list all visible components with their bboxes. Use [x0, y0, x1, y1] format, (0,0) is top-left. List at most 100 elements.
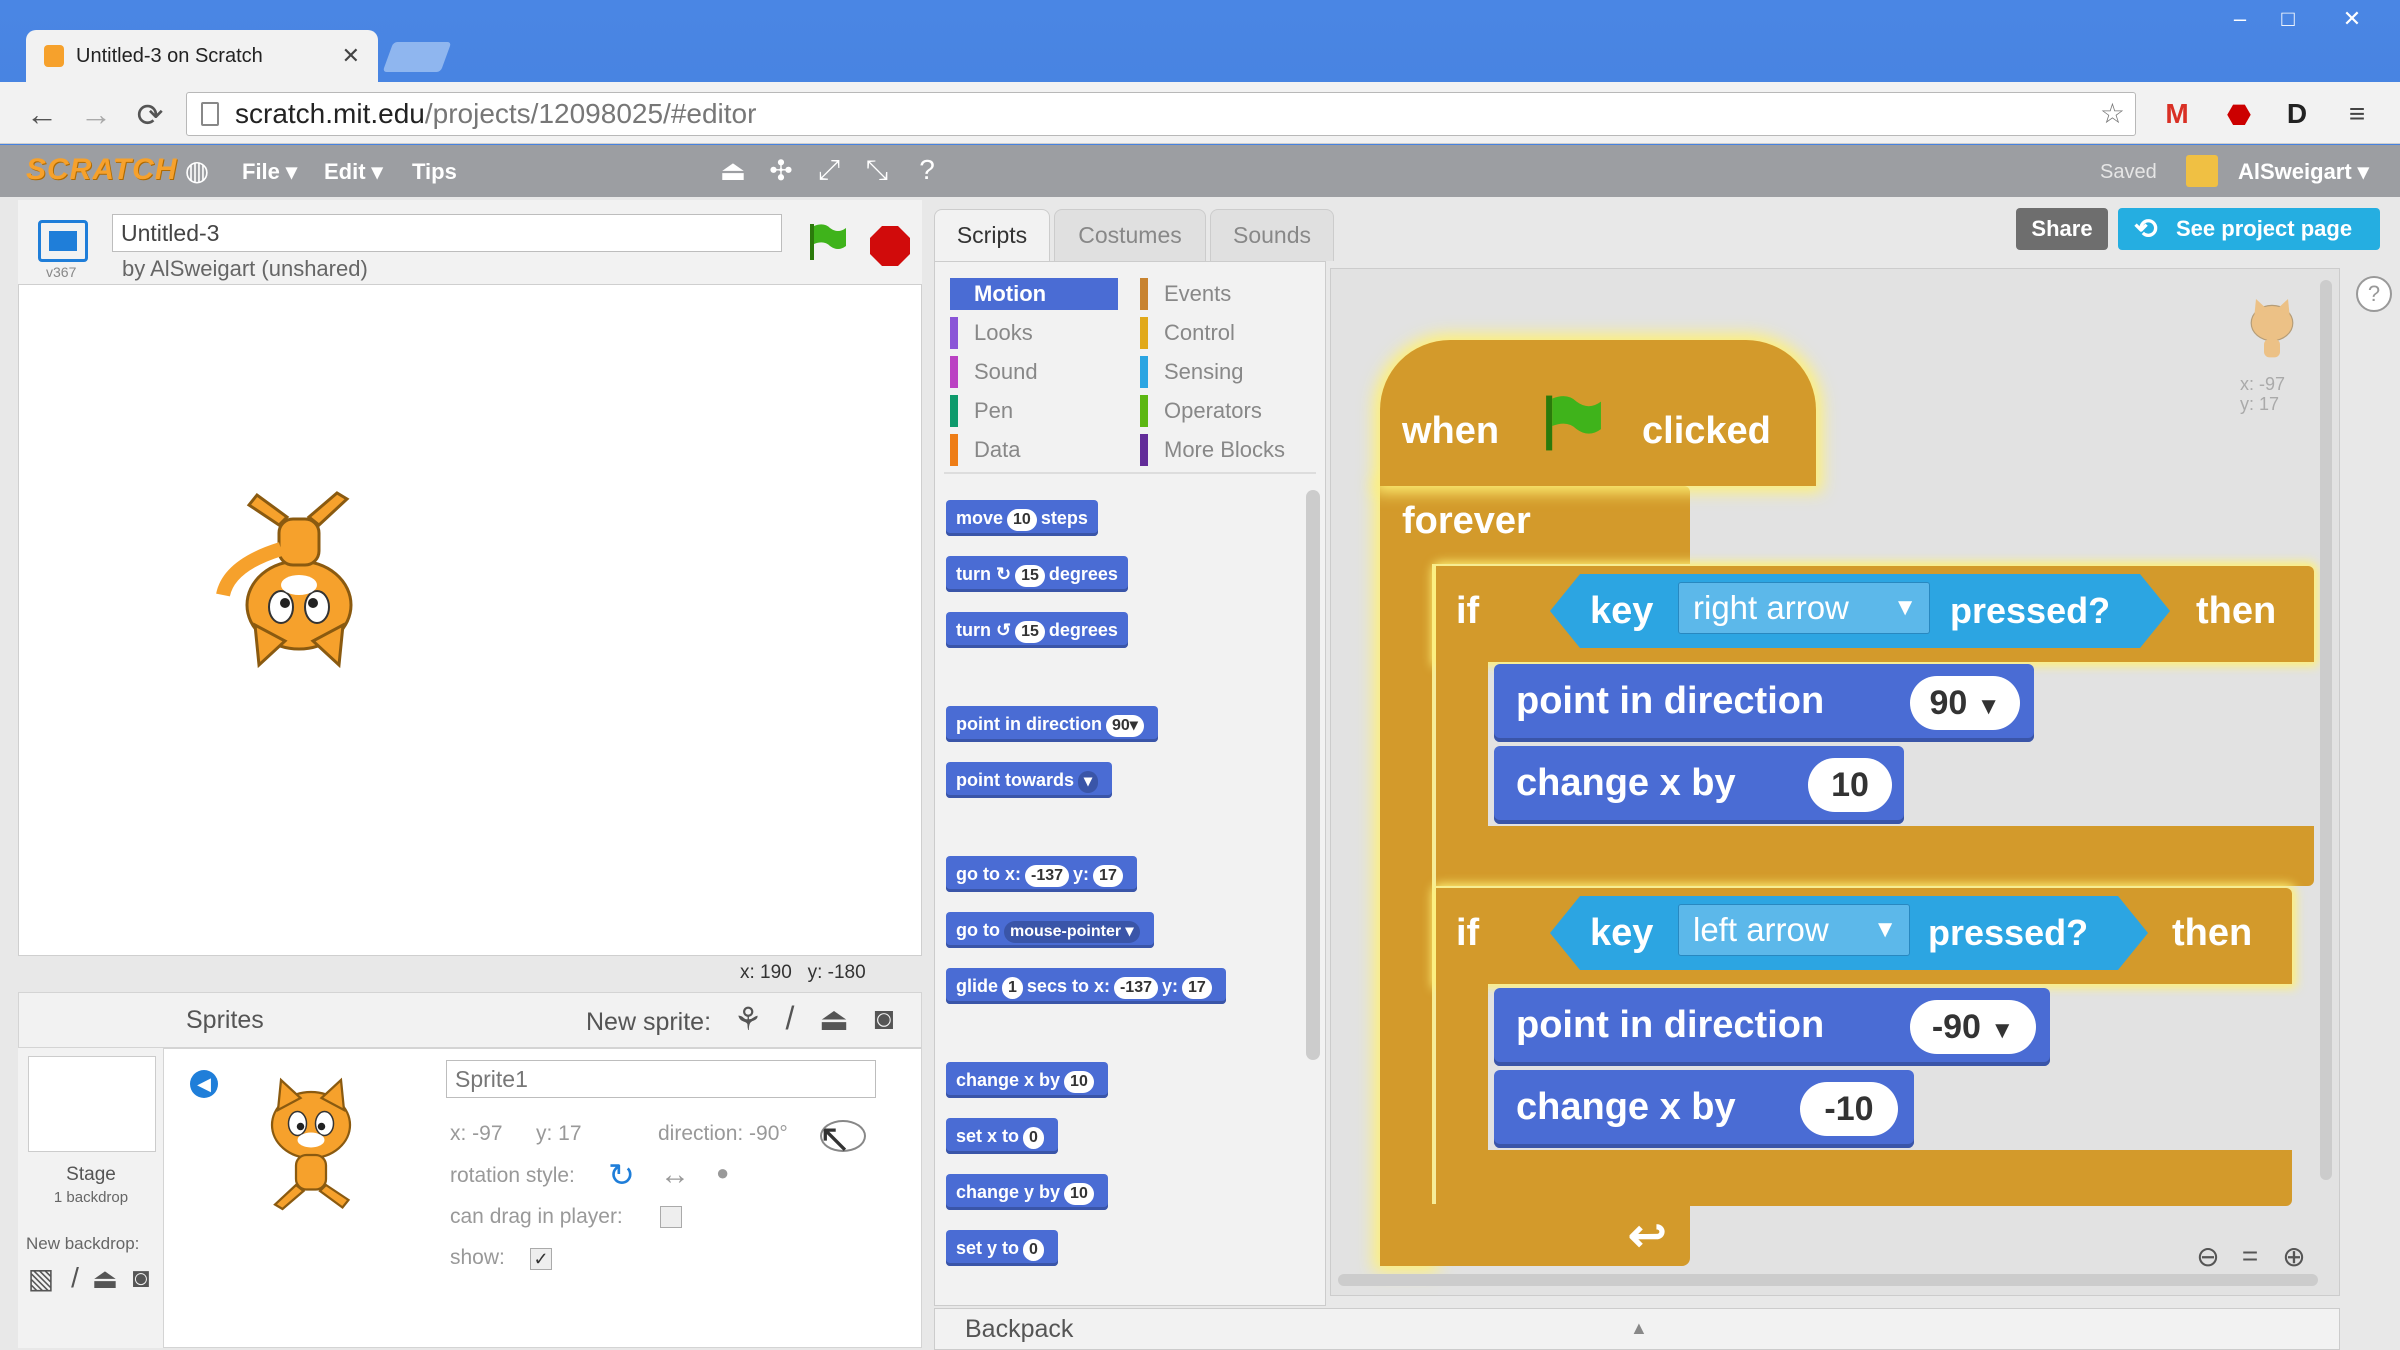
tips-menu[interactable]: Tips — [412, 159, 457, 185]
reload-icon[interactable]: ⟳ — [130, 96, 170, 134]
edit-menu[interactable]: Edit ▾ — [324, 159, 383, 185]
palette-scrollbar[interactable] — [1306, 490, 1320, 1060]
block-change-y[interactable]: change y by 10 — [946, 1174, 1108, 1210]
block-glide[interactable]: glide 1 secs to x: -137 y: 17 — [946, 968, 1226, 1004]
key-dropdown-1[interactable]: right arrow ▼ — [1678, 582, 1930, 634]
category-sensing[interactable]: Sensing — [1140, 356, 1310, 388]
block-point-direction[interactable]: point in direction 90▾ — [946, 706, 1158, 742]
close-window-button[interactable]: ✕ — [2334, 6, 2370, 32]
username-menu[interactable]: AlSweigart ▾ — [2238, 159, 2369, 185]
user-avatar[interactable] — [2186, 155, 2218, 187]
category-pen[interactable]: Pen — [950, 395, 1118, 427]
help-tool-icon[interactable]: ? — [910, 154, 944, 186]
upload-sprite-icon[interactable]: ⏏ — [814, 1000, 854, 1038]
back-arrow-icon[interactable]: ◀ — [190, 1070, 218, 1098]
block-input[interactable]: 17 — [1182, 977, 1212, 999]
grow-tool-icon[interactable]: ⤢ — [812, 154, 846, 187]
minimize-button[interactable]: – — [2222, 6, 2258, 32]
paint-backdrop-icon[interactable]: / — [58, 1262, 92, 1294]
address-bar[interactable]: scratch.mit.edu/projects/12098025/#edito… — [186, 92, 2136, 136]
block-dropdown[interactable]: ▾ — [1078, 771, 1099, 793]
category-operators[interactable]: Operators — [1140, 395, 1310, 427]
stage-thumbnail[interactable] — [28, 1056, 156, 1152]
tab-sounds[interactable]: Sounds — [1210, 209, 1334, 261]
category-data[interactable]: Data — [950, 434, 1118, 466]
camera-sprite-icon[interactable]: ◙ — [864, 1000, 904, 1037]
share-button[interactable]: Share — [2016, 208, 2108, 250]
block-goto[interactable]: go to mouse-pointer ▾ — [946, 912, 1154, 948]
chrome-menu-icon[interactable]: ≡ — [2340, 98, 2374, 130]
category-more-blocks[interactable]: More Blocks — [1140, 434, 1310, 466]
file-menu[interactable]: File ▾ — [242, 159, 297, 185]
forward-arrow-icon[interactable]: → — [76, 96, 116, 133]
camera-backdrop-icon[interactable]: ◙ — [124, 1262, 158, 1294]
rotate-all-around-icon[interactable]: ↻ — [608, 1156, 635, 1194]
maximize-button[interactable]: □ — [2270, 6, 2306, 32]
bookmark-star-icon[interactable]: ☆ — [2100, 93, 2125, 135]
sprite1-thumbnail[interactable] — [236, 1060, 386, 1220]
upload-backdrop-icon[interactable]: ⏏ — [88, 1262, 122, 1295]
if-block-1-bottom[interactable] — [1436, 826, 2314, 886]
block-set-y[interactable]: set y to 0 — [946, 1230, 1058, 1266]
cat-sprite-upside-down[interactable] — [199, 485, 399, 685]
change-x-input-1[interactable]: 10 — [1808, 758, 1892, 812]
show-checkbox[interactable]: ✓ — [530, 1248, 552, 1270]
block-input[interactable]: 0 — [1023, 1239, 1044, 1261]
block-dropdown[interactable]: mouse-pointer ▾ — [1003, 921, 1140, 943]
gmail-icon[interactable]: M — [2160, 98, 2194, 130]
block-change-x[interactable]: change x by 10 — [946, 1062, 1108, 1098]
block-move-steps[interactable]: move 10 steps — [946, 500, 1098, 536]
category-events[interactable]: Events — [1140, 278, 1310, 310]
paint-sprite-icon[interactable]: / — [770, 1000, 810, 1037]
block-input[interactable]: 0 — [1023, 1127, 1044, 1149]
tab-close-icon[interactable]: ✕ — [342, 43, 360, 69]
block-input[interactable]: 1 — [1002, 977, 1023, 999]
block-input[interactable]: 90▾ — [1106, 715, 1144, 737]
category-control[interactable]: Control — [1140, 317, 1310, 349]
direction-input-2[interactable]: -90 ▼ — [1910, 1000, 2036, 1054]
block-input[interactable]: 10 — [1064, 1071, 1094, 1093]
can-drag-checkbox[interactable] — [660, 1206, 682, 1228]
tab-costumes[interactable]: Costumes — [1054, 209, 1206, 261]
backdrop-library-icon[interactable]: ▧ — [24, 1262, 58, 1295]
project-title-input[interactable]: Untitled-3 — [112, 214, 782, 252]
block-input[interactable]: -137 — [1113, 977, 1158, 999]
see-project-page-button[interactable]: ⟲ See project page — [2118, 208, 2380, 250]
block-input[interactable]: 17 — [1093, 865, 1123, 887]
block-input[interactable]: 15 — [1015, 565, 1045, 587]
block-input[interactable]: 15 — [1015, 621, 1045, 643]
scripts-vertical-scrollbar[interactable] — [2320, 280, 2332, 1180]
duplicate-tool-icon[interactable]: ⏏ — [716, 154, 750, 187]
sprite-name-input[interactable]: Sprite1 — [446, 1060, 876, 1098]
scratch-logo[interactable]: SCRATCH — [26, 153, 177, 187]
browser-tab[interactable]: Untitled-3 on Scratch ✕ — [26, 30, 378, 82]
backpack-expand-icon[interactable]: ▲ — [1630, 1318, 1648, 1339]
stage-canvas[interactable] — [18, 284, 922, 956]
presentation-mode-button[interactable] — [38, 220, 88, 262]
back-arrow-icon[interactable]: ← — [22, 96, 62, 133]
sprite-library-icon[interactable]: ⚘ — [728, 1000, 768, 1038]
direction-input-1[interactable]: 90 ▼ — [1910, 676, 2020, 730]
scripts-horizontal-scrollbar[interactable] — [1338, 1274, 2318, 1286]
if-block-2-bottom[interactable] — [1436, 1150, 2292, 1206]
key-dropdown-2[interactable]: left arrow ▼ — [1678, 904, 1910, 956]
globe-icon[interactable]: ◍ — [180, 154, 214, 187]
cut-tool-icon[interactable]: ✣ — [764, 154, 798, 187]
extension-d-icon[interactable]: D — [2280, 98, 2314, 130]
tab-scripts[interactable]: Scripts — [934, 209, 1050, 261]
zoom-out-icon[interactable]: ⊖ — [2190, 1240, 2226, 1273]
change-x-input-2[interactable]: -10 — [1800, 1082, 1898, 1136]
block-input[interactable]: 10 — [1007, 509, 1037, 531]
block-input[interactable]: 10 — [1064, 1183, 1094, 1205]
category-motion[interactable]: Motion — [950, 278, 1118, 310]
zoom-reset-icon[interactable]: = — [2232, 1240, 2268, 1272]
green-flag-icon[interactable] — [806, 222, 848, 262]
help-icon[interactable]: ? — [2356, 276, 2392, 312]
block-goto-xy[interactable]: go to x: -137 y: 17 — [946, 856, 1137, 892]
zoom-in-icon[interactable]: ⊕ — [2276, 1240, 2312, 1273]
new-tab-button[interactable] — [382, 42, 452, 72]
left-right-icon[interactable]: ↔ — [660, 1158, 690, 1192]
block-input[interactable]: -137 — [1025, 865, 1070, 887]
category-sound[interactable]: Sound — [950, 356, 1118, 388]
category-looks[interactable]: Looks — [950, 317, 1118, 349]
